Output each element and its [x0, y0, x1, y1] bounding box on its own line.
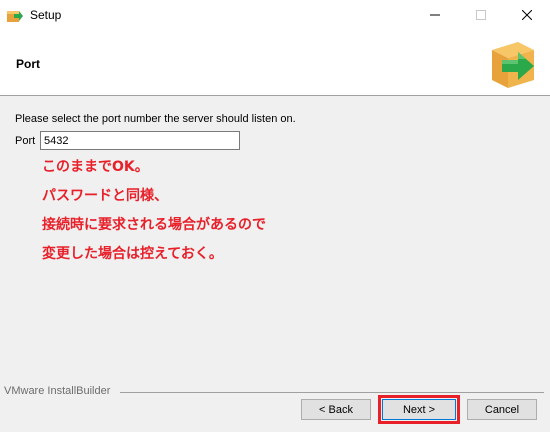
- back-button[interactable]: < Back: [301, 399, 371, 420]
- cancel-button[interactable]: Cancel: [467, 399, 537, 420]
- minimize-button[interactable]: [412, 0, 458, 30]
- annotation-line-3: 接続時に要求される場合があるので: [42, 217, 266, 233]
- minimize-icon: [430, 14, 440, 16]
- page-title: Port: [16, 57, 40, 71]
- installer-box-icon: [6, 7, 24, 23]
- annotation-line-1: このままでOK。: [42, 159, 149, 175]
- instruction-text: Please select the port number the server…: [15, 113, 296, 125]
- installer-brand: VMware InstallBuilder: [4, 385, 115, 397]
- title-bar[interactable]: Setup: [0, 0, 550, 30]
- annotation-line-4: 変更した場合は控えておく。: [42, 246, 223, 262]
- next-highlight-box: [378, 395, 460, 424]
- maximize-icon: [476, 10, 486, 20]
- setup-window: Setup Port Please select the port number…: [0, 0, 550, 432]
- footer-divider: [120, 392, 544, 393]
- box-arrow-logo-icon: [488, 38, 538, 90]
- maximize-button[interactable]: [458, 0, 504, 30]
- port-label: Port: [15, 135, 36, 147]
- close-button[interactable]: [504, 0, 550, 30]
- page-header: Port: [0, 30, 550, 96]
- annotation-line-2: パスワードと同様、: [42, 188, 168, 204]
- window-title: Setup: [30, 8, 62, 22]
- close-icon: [522, 10, 532, 20]
- port-input[interactable]: [40, 131, 240, 150]
